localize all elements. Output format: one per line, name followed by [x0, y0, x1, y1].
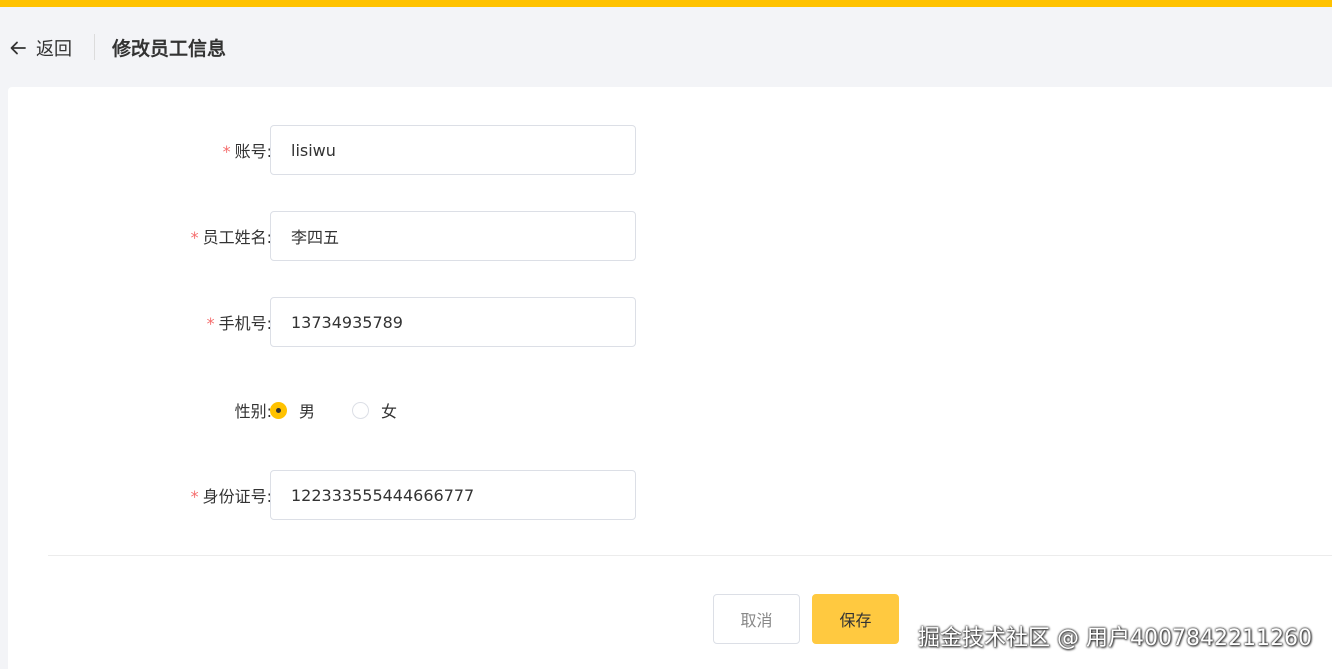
- id-card-label: * 身份证号:: [190, 487, 272, 506]
- account-label: * 账号:: [222, 142, 272, 161]
- cancel-button[interactable]: 取消: [713, 594, 800, 644]
- back-label: 返回: [36, 39, 72, 60]
- arrow-left-icon: [10, 41, 26, 55]
- form-row-name: * 员工姓名:: [8, 211, 908, 261]
- gender-radio-male[interactable]: 男: [270, 398, 315, 422]
- gender-label: 性别:: [234, 402, 272, 421]
- required-mark: *: [190, 228, 199, 247]
- radio-label: 男: [299, 402, 316, 421]
- required-mark: *: [190, 487, 199, 506]
- name-label: * 员工姓名:: [190, 228, 272, 247]
- page-header: 返回 修改员工信息: [0, 7, 1332, 87]
- form-card: *账号: *员工姓名: *手机号: 性别: 男 女 *身份证号: 取消 保存: [8, 87, 1332, 669]
- account-input[interactable]: [270, 125, 636, 175]
- id-card-input[interactable]: [270, 470, 636, 520]
- header-divider: [94, 34, 95, 60]
- form-row-account: * 账号:: [8, 125, 908, 175]
- top-accent-bar: [0, 0, 1332, 7]
- save-button[interactable]: 保存: [812, 594, 899, 644]
- watermark: 掘金技术社区 @ 用户4007842211260: [918, 626, 1312, 651]
- radio-checked-icon: [270, 401, 287, 419]
- required-mark: *: [206, 314, 215, 333]
- radio-label: 女: [381, 402, 398, 421]
- back-button[interactable]: 返回: [9, 36, 72, 60]
- phone-input[interactable]: [270, 297, 636, 347]
- form-row-gender: 性别: 男 女: [8, 385, 908, 435]
- gender-radio-group: 男 女: [270, 398, 397, 422]
- gender-radio-female[interactable]: 女: [352, 398, 397, 422]
- phone-label: * 手机号:: [206, 314, 272, 333]
- footer-divider: [48, 555, 1332, 556]
- name-input[interactable]: [270, 211, 636, 261]
- required-mark: *: [222, 142, 231, 161]
- form-row-phone: * 手机号:: [8, 297, 908, 347]
- page-title: 修改员工信息: [112, 38, 227, 60]
- form-row-id-card: * 身份证号:: [8, 470, 908, 520]
- radio-unchecked-icon: [352, 401, 370, 419]
